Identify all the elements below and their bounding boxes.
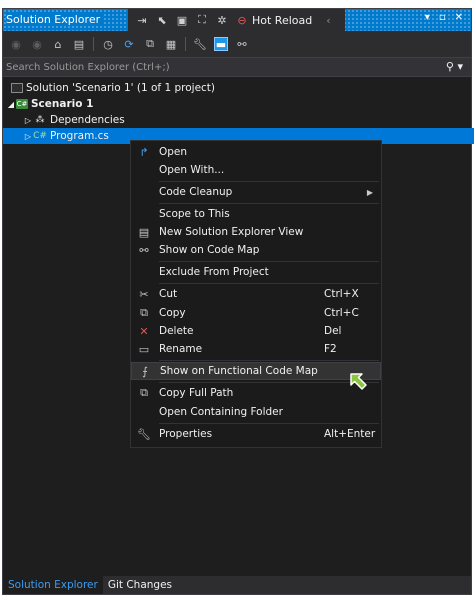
open-arrow-icon: ↱ bbox=[139, 145, 149, 159]
new-view-icon: ▤ bbox=[138, 225, 150, 239]
hot-reload-icon[interactable]: ⊖ bbox=[236, 14, 248, 27]
dropdown-icon[interactable]: ▾ bbox=[425, 12, 430, 23]
solution-explorer-panel: Solution Explorer ⇥ ⬉ ▣ ⛶ ✲ ⊖ Hot Reload… bbox=[2, 8, 474, 595]
collapsed-arrow-icon[interactable]: ▷ bbox=[23, 132, 33, 141]
delete-x-icon: ✕ bbox=[139, 324, 149, 338]
menu-item-rename[interactable]: ▭ Rename F2 bbox=[131, 340, 381, 358]
solution-icon bbox=[11, 83, 23, 93]
menu-separator bbox=[159, 423, 379, 424]
collapse-all-icon[interactable]: ⧉ bbox=[143, 37, 157, 51]
menu-item-exclude[interactable]: Exclude From Project bbox=[131, 263, 381, 281]
panel-title: Solution Explorer bbox=[6, 13, 105, 26]
menu-item-open[interactable]: ↱ Open bbox=[131, 143, 381, 161]
menu-separator bbox=[159, 283, 379, 284]
file-label: Program.cs bbox=[50, 130, 109, 142]
menu-item-properties[interactable]: 🔧︎ Properties Alt+Enter bbox=[131, 425, 381, 443]
switch-views-icon[interactable]: ▤ bbox=[72, 37, 86, 51]
pending-changes-icon[interactable]: ◷ bbox=[101, 37, 115, 51]
menu-item-delete[interactable]: ✕ Delete Del bbox=[131, 322, 381, 340]
chevron-left-icon[interactable]: ‹ bbox=[326, 14, 330, 27]
menu-separator bbox=[159, 203, 379, 204]
stop-square-icon[interactable]: ▣ bbox=[176, 14, 188, 27]
menu-separator bbox=[159, 360, 379, 361]
menu-item-scope-to-this[interactable]: Scope to This bbox=[131, 205, 381, 223]
context-menu: ↱ Open Open With... Code Cleanup ▶ Scope… bbox=[130, 140, 382, 448]
bug-icon[interactable]: ✲ bbox=[216, 14, 228, 27]
menu-item-code-cleanup[interactable]: Code Cleanup ▶ bbox=[131, 183, 381, 201]
sync-icon[interactable]: ⟳ bbox=[122, 37, 136, 51]
tab-git-changes[interactable]: Git Changes bbox=[103, 576, 177, 594]
window-controls: ▾ ▫ ✕ bbox=[425, 12, 463, 23]
wrench-icon: 🔧︎ bbox=[137, 427, 151, 441]
menu-separator bbox=[159, 261, 379, 262]
toolbar-divider bbox=[185, 37, 186, 51]
inspect-icon[interactable]: ⛶ bbox=[196, 13, 208, 26]
preview-selected-icon[interactable]: ▬ bbox=[214, 37, 228, 51]
back-icon[interactable]: ◉ bbox=[9, 37, 23, 51]
menu-item-cut[interactable]: ✂ Cut Ctrl+X bbox=[131, 285, 381, 303]
toolbar-divider bbox=[93, 37, 94, 51]
submenu-arrow-icon: ▶ bbox=[366, 187, 373, 197]
bottom-tab-bar: Solution Explorer Git Changes bbox=[3, 576, 471, 594]
home-icon[interactable]: ⌂ bbox=[51, 37, 65, 51]
show-all-files-icon[interactable]: ▦ bbox=[164, 37, 178, 51]
pointer-icon[interactable]: ⬉ bbox=[156, 14, 168, 27]
forward-icon[interactable]: ◉ bbox=[30, 37, 44, 51]
expanded-arrow-icon[interactable]: ◢ bbox=[6, 100, 16, 109]
search-icon[interactable]: ⚲ ▾ bbox=[446, 60, 463, 73]
properties-wrench-icon[interactable]: 🔧︎ bbox=[193, 37, 207, 51]
collapsed-arrow-icon[interactable]: ▷ bbox=[23, 116, 33, 125]
tree-row-dependencies[interactable]: ▷ ⁂ Dependencies bbox=[3, 112, 474, 128]
search-bar: ⚲ ▾ bbox=[3, 57, 471, 77]
hot-reload-button[interactable]: Hot Reload bbox=[252, 14, 312, 27]
title-bar: Solution Explorer ⇥ ⬉ ▣ ⛶ ✲ ⊖ Hot Reload… bbox=[3, 9, 471, 31]
tree-row-project[interactable]: ◢ C# Scenario 1 bbox=[3, 96, 474, 112]
menu-separator bbox=[159, 382, 379, 383]
csharp-project-icon: C# bbox=[16, 99, 28, 109]
copy-icon: ⧉ bbox=[140, 306, 148, 319]
menu-item-new-view[interactable]: ▤ New Solution Explorer View bbox=[131, 223, 381, 241]
menu-item-open-folder[interactable]: Open Containing Folder bbox=[131, 403, 381, 421]
dependencies-icon: ⁂ bbox=[35, 115, 45, 125]
menu-item-functional-code-map[interactable]: ⨍ Show on Functional Code Map bbox=[131, 362, 381, 380]
solution-label: Solution 'Scenario 1' (1 of 1 project) bbox=[26, 82, 216, 94]
copy-path-icon: ⧉ bbox=[140, 386, 148, 399]
explorer-toolbar: ◉ ◉ ⌂ ▤ ◷ ⟳ ⧉ ▦ 🔧︎ ▬ ⚯ bbox=[3, 31, 471, 57]
project-label: Scenario 1 bbox=[31, 98, 94, 110]
code-map-icon[interactable]: ⚯ bbox=[235, 37, 249, 51]
tree-row-solution[interactable]: Solution 'Scenario 1' (1 of 1 project) bbox=[3, 80, 474, 96]
dependencies-label: Dependencies bbox=[50, 114, 125, 126]
scissors-icon: ✂ bbox=[139, 287, 149, 301]
csharp-file-icon: C# bbox=[33, 131, 47, 141]
debug-toolbar: ⇥ ⬉ ▣ ⛶ ✲ ⊖ Hot Reload ‹ bbox=[128, 9, 345, 31]
code-map-icon: ⚯ bbox=[139, 243, 149, 257]
tab-solution-explorer[interactable]: Solution Explorer bbox=[3, 576, 103, 594]
rename-icon: ▭ bbox=[138, 342, 150, 356]
mouse-cursor-arrow-icon bbox=[350, 373, 367, 390]
search-input[interactable] bbox=[6, 60, 426, 74]
menu-separator bbox=[159, 181, 379, 182]
menu-item-show-code-map[interactable]: ⚯ Show on Code Map bbox=[131, 241, 381, 259]
pin-icon[interactable]: ▫ bbox=[439, 12, 446, 23]
close-icon[interactable]: ✕ bbox=[455, 12, 463, 23]
menu-item-copy[interactable]: ⧉ Copy Ctrl+C bbox=[131, 304, 381, 322]
menu-item-open-with[interactable]: Open With... bbox=[131, 161, 381, 179]
step-over-icon[interactable]: ⇥ bbox=[136, 14, 148, 27]
menu-item-copy-full-path[interactable]: ⧉ Copy Full Path bbox=[131, 384, 381, 402]
function-map-icon: ⨍ bbox=[142, 364, 148, 378]
